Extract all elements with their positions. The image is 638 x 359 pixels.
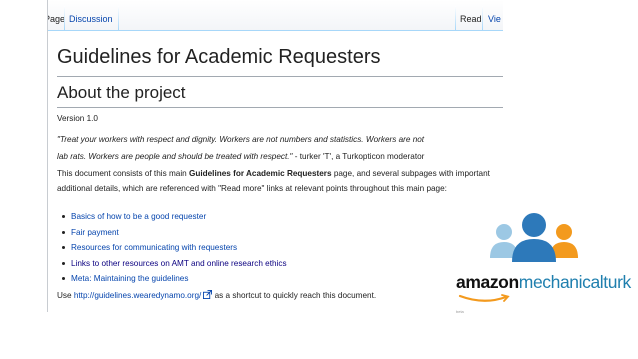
quote-attribution: - turker 'T', a Turkopticon moderator [292,152,425,161]
link-other-resources[interactable]: Links to other resources on AMT and onli… [71,259,287,268]
tab-read[interactable]: Read [460,13,482,25]
section-divider [57,107,503,108]
shortcut-line: Use http://guidelines.wearedynamo.org/ a… [57,290,376,301]
intro-text: This document consists of this main [57,169,189,178]
shortcut-prefix: Use [57,291,74,300]
logo-beta-label: beta [456,309,464,314]
logo-amazon-text: amazon [456,272,519,292]
intro-paragraph: This document consists of this main Guid… [57,166,497,196]
people-group-icon [490,213,578,262]
intro-bold-title: Guidelines for Academic Requesters [188,169,332,178]
quote-text: "Treat your workers with respect and dig… [57,135,425,144]
list-item: Basics of how to be a good requester [57,209,287,225]
section-heading: About the project [57,83,186,102]
wiki-page-frame: Page Discussion Read Vie Guidelines for … [47,0,503,312]
list-item: Resources for communicating with request… [57,240,287,256]
version-text: Version 1.0 [57,114,98,123]
quote-text-continued: lab rats. Workers are people and should … [57,152,293,161]
logo-mturk-text: mechanicalturk [518,272,631,292]
list-item: Links to other resources on AMT and onli… [57,256,287,272]
link-meta[interactable]: Meta: Maintaining the guidelines [71,274,188,283]
external-link-icon [203,290,213,299]
list-item: Fair payment [57,225,287,241]
tab-separator [118,6,119,30]
link-fair-payment[interactable]: Fair payment [71,228,119,237]
link-basics[interactable]: Basics of how to be a good requester [71,212,206,221]
quote-block: "Treat your workers with respect and dig… [57,131,497,165]
amazon-mechanical-turk-logo: amazonmechanicalturk beta [450,212,631,322]
page-title: Guidelines for Academic Requesters [57,46,381,68]
wiki-tab-bar: Page Discussion Read Vie [48,0,503,31]
tab-view-source[interactable]: Vie [488,13,501,25]
article-content: Guidelines for Academic Requesters About… [48,31,503,312]
tab-page[interactable]: Page [48,13,65,25]
tab-separator [482,6,483,30]
tab-discussion[interactable]: Discussion [69,13,113,25]
amazon-smile-icon [458,294,510,302]
link-communicating[interactable]: Resources for communicating with request… [71,243,237,252]
logo-wordmark: amazonmechanicalturk [456,272,631,293]
tab-separator [64,6,65,30]
tab-separator [455,6,456,30]
shortcut-url-link[interactable]: http://guidelines.wearedynamo.org/ [74,291,201,300]
title-divider [57,76,503,77]
shortcut-suffix: as a shortcut to quickly reach this docu… [212,291,377,300]
subpage-link-list: Basics of how to be a good requester Fai… [57,209,287,287]
list-item: Meta: Maintaining the guidelines [57,271,287,287]
